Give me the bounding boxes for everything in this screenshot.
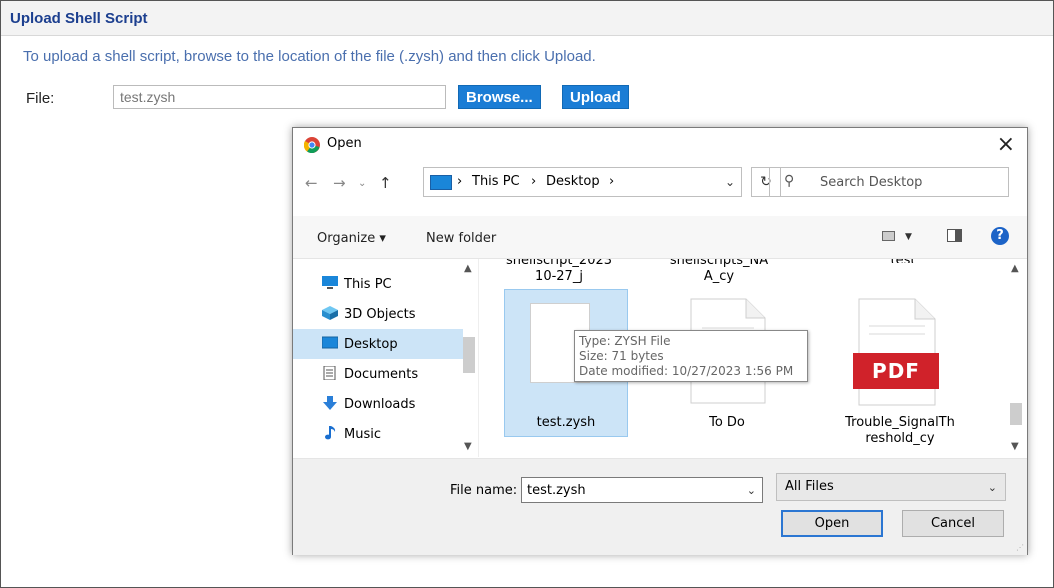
up-arrow-icon[interactable]: ↑ — [379, 174, 392, 192]
view-options-icon[interactable] — [882, 231, 895, 241]
upload-button[interactable]: Upload — [562, 85, 629, 109]
file-name: Trouble_SignalTh reshold_cy — [845, 415, 955, 446]
nav-item-label: 3D Objects — [344, 307, 416, 322]
nav-item-downloads[interactable]: Downloads — [311, 389, 463, 419]
pc-icon — [430, 175, 452, 190]
forward-arrow-icon[interactable]: → — [333, 174, 346, 192]
file-name-partial[interactable]: shellscripts_NA A_cy — [649, 259, 789, 285]
resize-grip-icon[interactable]: ⋰ — [1016, 543, 1024, 552]
navigation-pane: This PC 3D Objects Desktop Documents Dow… — [293, 259, 479, 457]
chevron-down-icon[interactable]: ⌄ — [725, 175, 735, 189]
panel-title: Upload Shell Script — [10, 10, 148, 27]
pc-icon — [322, 276, 338, 289]
preview-pane-icon[interactable] — [947, 229, 962, 242]
breadcrumb-this-pc[interactable]: This PC — [472, 174, 520, 189]
address-bar[interactable]: › This PC › Desktop › ⌄ — [423, 167, 742, 197]
dialog-footer: File name: test.zysh ⌄ All Files ⌄ Open … — [293, 458, 1027, 555]
music-icon — [325, 426, 336, 440]
file-name-partial[interactable]: test — [853, 259, 953, 263]
file-name: test.zysh — [536, 415, 596, 430]
organize-menu[interactable]: Organize ▾ — [317, 231, 386, 246]
breadcrumb-desktop[interactable]: Desktop — [546, 174, 600, 189]
file-path-field[interactable]: test.zysh — [113, 85, 446, 109]
pdf-badge: PDF — [853, 353, 939, 389]
cancel-button[interactable]: Cancel — [902, 510, 1004, 537]
nav-item-3d-objects[interactable]: 3D Objects — [311, 299, 463, 329]
dialog-toolbar: Organize ▾ New folder — [293, 216, 1027, 259]
file-name-value: test.zysh — [527, 483, 586, 498]
file-name-label: File name: — [450, 483, 518, 498]
nav-item-label: Documents — [344, 367, 419, 382]
chevron-down-icon[interactable]: ⌄ — [747, 484, 756, 497]
breadcrumb-separator: › — [457, 174, 463, 189]
nav-item-label: Music — [344, 427, 381, 442]
nav-item-desktop[interactable]: Desktop — [293, 329, 463, 359]
tooltip-size: Size: 71 bytes — [579, 349, 664, 363]
scroll-down-icon[interactable]: ▼ — [1011, 441, 1019, 452]
tooltip-type: Type: ZYSH File — [579, 334, 671, 348]
documents-icon — [323, 366, 336, 380]
file-list-scrollbar[interactable]: ▲ ▼ — [1008, 259, 1025, 457]
panel-header: Upload Shell Script — [1, 1, 1053, 36]
pdf-file-icon — [858, 298, 936, 406]
file-name: To Do — [709, 415, 745, 430]
open-button[interactable]: Open — [781, 510, 883, 537]
scrollbar-thumb[interactable] — [463, 337, 475, 373]
nav-item-documents[interactable]: Documents — [311, 359, 463, 389]
back-arrow-icon[interactable]: ← — [305, 174, 318, 192]
navigation-scrollbar[interactable]: ▲ ▼ — [461, 259, 478, 457]
chevron-down-icon: ⌄ — [987, 481, 997, 494]
recent-locations-chevron-icon[interactable]: ⌄ — [358, 178, 366, 189]
nav-item-this-pc[interactable]: This PC — [311, 269, 463, 299]
file-tooltip: Type: ZYSH File Size: 71 bytes Date modi… — [574, 330, 808, 382]
chevron-down-icon[interactable]: ▼ — [905, 232, 912, 242]
scroll-up-icon[interactable]: ▲ — [464, 263, 472, 274]
tooltip-date: Date modified: 10/27/2023 1:56 PM — [579, 364, 794, 378]
search-field[interactable]: ⚲ Search Desktop — [769, 167, 1009, 197]
search-icon: ⚲ — [784, 173, 795, 189]
close-icon[interactable]: × — [997, 132, 1015, 157]
breadcrumb-separator: › — [531, 174, 537, 189]
help-icon[interactable]: ? — [991, 227, 1009, 245]
scroll-up-icon[interactable]: ▲ — [1011, 263, 1019, 274]
search-placeholder: Search Desktop — [820, 175, 923, 190]
breadcrumb-separator: › — [609, 174, 615, 189]
new-folder-button[interactable]: New folder — [426, 231, 496, 246]
nav-item-label: This PC — [344, 277, 392, 292]
scrollbar-thumb[interactable] — [1010, 403, 1022, 425]
file-type-select[interactable]: All Files ⌄ — [776, 473, 1006, 501]
file-name-input[interactable]: test.zysh ⌄ — [521, 477, 763, 503]
file-type-value: All Files — [785, 479, 834, 494]
dialog-title: Open — [327, 136, 362, 151]
nav-item-label: Downloads — [344, 397, 416, 412]
chrome-icon — [304, 137, 320, 153]
file-name-partial[interactable]: shellscript_2023 10-27_j — [489, 259, 629, 285]
cube-icon — [322, 306, 338, 320]
desktop-icon — [322, 336, 338, 349]
download-icon — [323, 396, 337, 410]
browse-button[interactable]: Browse... — [458, 85, 541, 109]
scroll-down-icon[interactable]: ▼ — [464, 441, 472, 452]
open-file-dialog: Open × ← → ⌄ ↑ › This PC › Desktop › ⌄ ↻… — [292, 127, 1028, 555]
nav-item-music[interactable]: Music — [311, 419, 463, 449]
instruction-text: To upload a shell script, browse to the … — [23, 48, 596, 65]
file-label: File: — [26, 90, 55, 107]
nav-item-label: Desktop — [344, 337, 398, 352]
